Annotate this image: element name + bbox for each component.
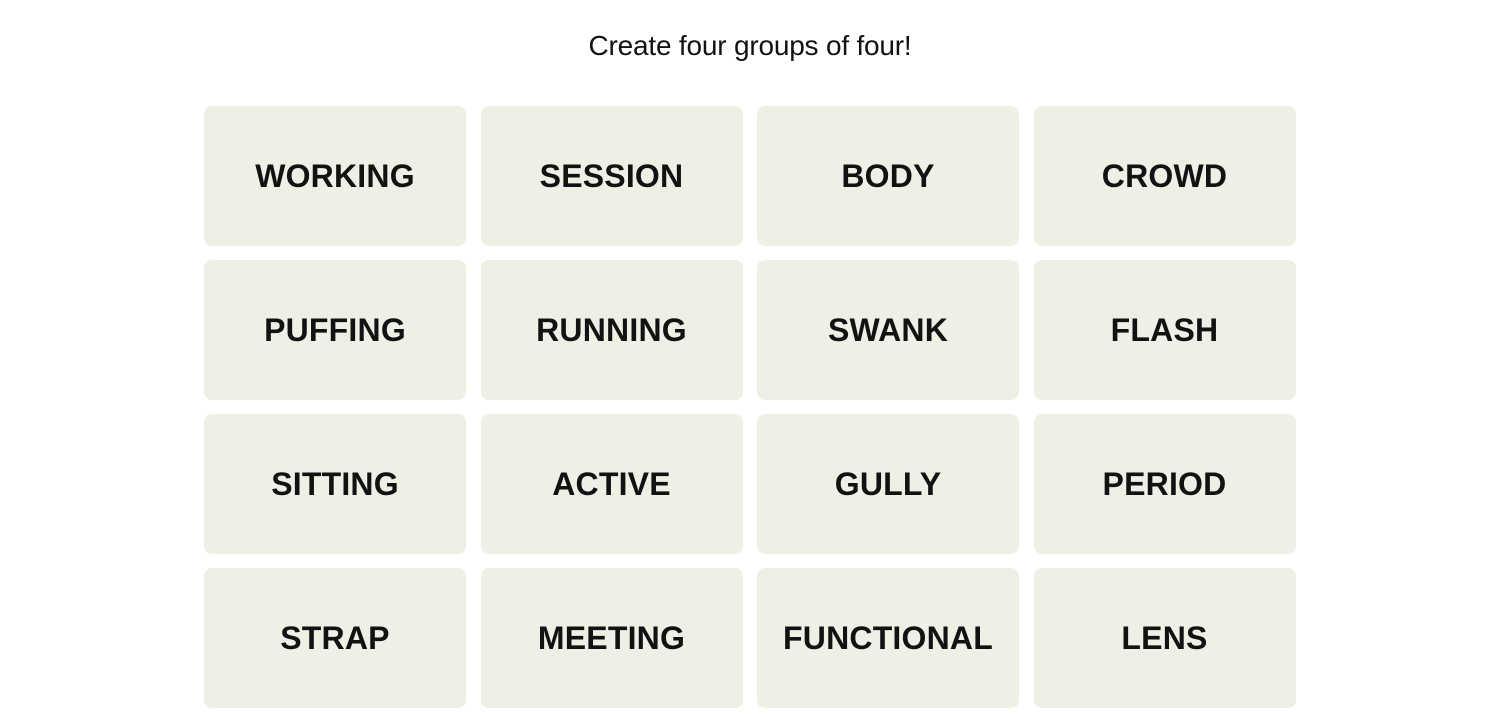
tile-label: RUNNING: [536, 311, 687, 348]
tile-label: WORKING: [255, 157, 415, 194]
tile-label: FUNCTIONAL: [783, 619, 993, 656]
tile-label: SITTING: [271, 465, 399, 502]
word-tile[interactable]: WORKING: [204, 106, 466, 246]
tile-label: LENS: [1121, 619, 1208, 656]
word-tile[interactable]: LENS: [1033, 568, 1296, 708]
word-tile[interactable]: SESSION: [480, 106, 743, 246]
tile-label: STRAP: [280, 619, 390, 656]
tile-label: GULLY: [834, 465, 942, 502]
tile-label: SWANK: [827, 311, 949, 348]
word-tile[interactable]: STRAP: [204, 568, 466, 708]
instructions-text: Create four groups of four!: [588, 30, 912, 61]
word-tile[interactable]: SWANK: [757, 260, 1019, 400]
word-tile[interactable]: PUFFING: [204, 260, 466, 400]
word-tile[interactable]: CROWD: [1033, 106, 1296, 246]
tile-label: PERIOD: [1102, 465, 1227, 502]
tile-label: PUFFING: [264, 311, 406, 348]
word-tile[interactable]: PERIOD: [1033, 414, 1296, 554]
tile-label: ACTIVE: [552, 465, 671, 502]
word-tile[interactable]: FLASH: [1033, 260, 1296, 400]
tile-label: CROWD: [1101, 157, 1228, 194]
word-tile[interactable]: BODY: [757, 106, 1019, 246]
word-tile[interactable]: MEETING: [480, 568, 743, 708]
word-grid: WORKING SESSION BODY CROWD PUFFING RUNNI…: [204, 106, 1296, 708]
tile-label: FLASH: [1110, 311, 1219, 348]
tile-label: BODY: [841, 157, 935, 194]
tile-label: MEETING: [537, 619, 686, 656]
word-tile[interactable]: FUNCTIONAL: [757, 568, 1019, 708]
word-tile[interactable]: SITTING: [204, 414, 466, 554]
word-tile[interactable]: GULLY: [757, 414, 1019, 554]
word-tile[interactable]: RUNNING: [480, 260, 743, 400]
tile-label: SESSION: [539, 157, 684, 194]
word-tile[interactable]: ACTIVE: [480, 414, 743, 554]
